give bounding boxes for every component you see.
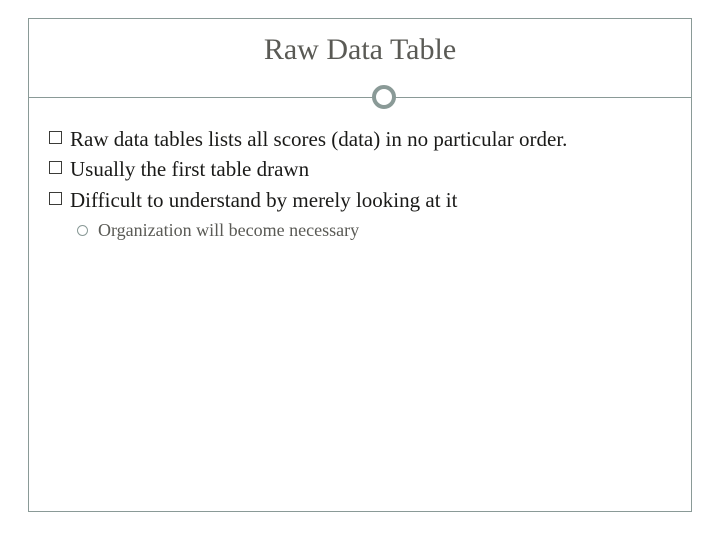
slide-title: Raw Data Table bbox=[29, 19, 691, 85]
sub-bullet-item: Organization will become necessary bbox=[77, 220, 671, 241]
square-bullet-icon bbox=[49, 161, 62, 174]
slide: Raw Data Table Raw data tables lists all… bbox=[0, 0, 720, 540]
slide-frame: Raw Data Table Raw data tables lists all… bbox=[28, 18, 692, 512]
bullet-item: Usually the first table drawn bbox=[49, 155, 671, 183]
bullet-item: Difficult to understand by merely lookin… bbox=[49, 186, 671, 214]
divider-circle-icon bbox=[372, 85, 396, 109]
divider-line bbox=[29, 97, 691, 98]
bullet-item: Raw data tables lists all scores (data) … bbox=[49, 125, 671, 153]
sub-bullet-text: Organization will become necessary bbox=[98, 220, 359, 241]
bullet-text: Raw data tables lists all scores (data) … bbox=[70, 125, 567, 153]
slide-content: Raw data tables lists all scores (data) … bbox=[29, 111, 691, 251]
circle-bullet-icon bbox=[77, 225, 88, 236]
bullet-text: Difficult to understand by merely lookin… bbox=[70, 186, 457, 214]
square-bullet-icon bbox=[49, 192, 62, 205]
title-divider bbox=[29, 85, 691, 111]
square-bullet-icon bbox=[49, 131, 62, 144]
bullet-text: Usually the first table drawn bbox=[70, 155, 309, 183]
